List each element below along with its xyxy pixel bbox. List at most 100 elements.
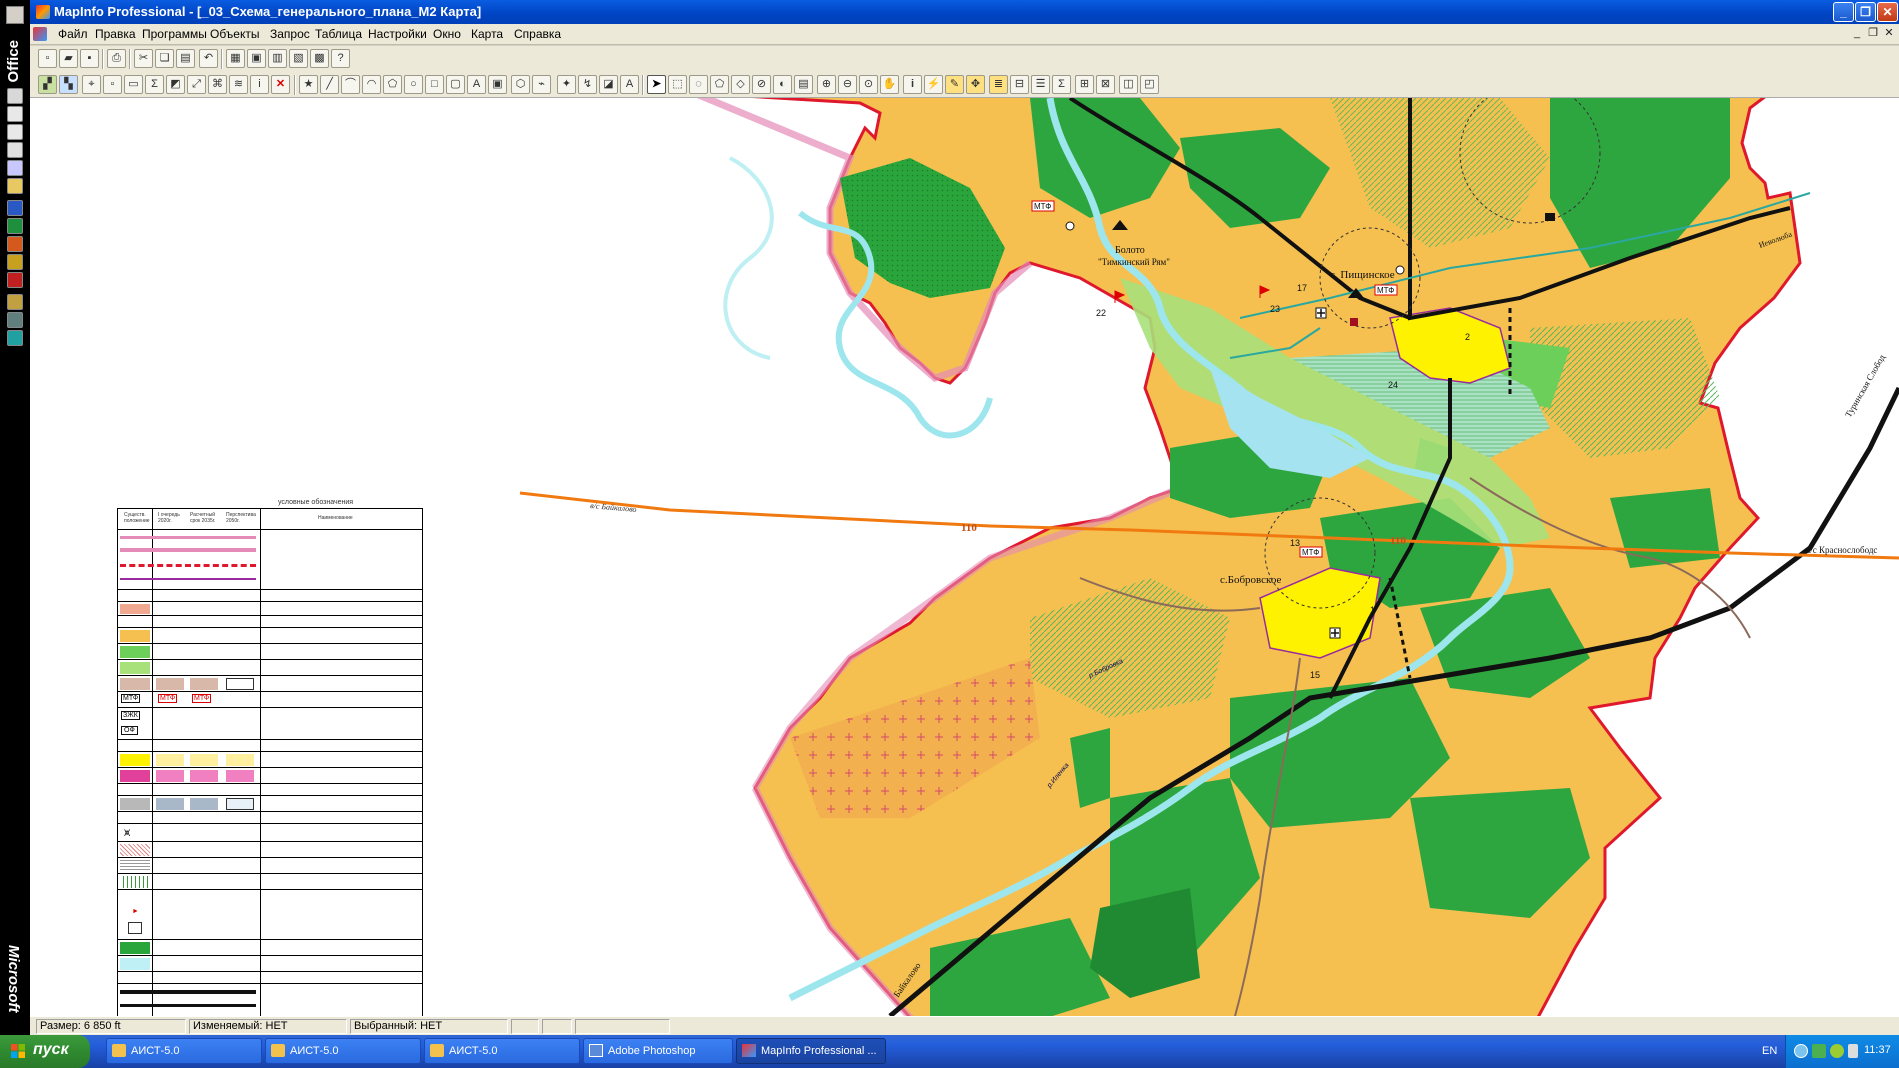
menu-map[interactable]: Карта — [471, 27, 503, 41]
map-window-icon[interactable] — [33, 27, 47, 41]
new-browser-icon[interactable]: ▦ — [226, 49, 245, 68]
select-arrow-icon[interactable]: ➤ — [647, 75, 666, 94]
line-tool-icon[interactable]: ╱ — [320, 75, 339, 94]
reshape-icon[interactable]: ⌖ — [82, 75, 101, 94]
mail-icon[interactable] — [7, 88, 23, 104]
minimize-button[interactable]: _ — [1833, 2, 1854, 22]
polygon-tool-icon[interactable]: ⬠ — [383, 75, 402, 94]
redistrict-icon[interactable]: ▩ — [310, 49, 329, 68]
add-node-icon[interactable]: ▫ — [103, 75, 122, 94]
undo-icon[interactable]: ↶ — [199, 49, 218, 68]
grabber-hand-icon[interactable]: ✋ — [880, 75, 899, 94]
layer-control-icon[interactable]: ▞ — [38, 75, 57, 94]
menu-file[interactable]: Файл — [58, 27, 88, 41]
map-window[interactable]: с. Пищинское с.Бобровское Болото "Тимкин… — [30, 98, 1899, 1016]
ellipse-tool-icon[interactable]: ○ — [404, 75, 423, 94]
trace-tool-icon[interactable]: ↯ — [578, 75, 597, 94]
excel-icon[interactable] — [7, 218, 23, 234]
mdi-restore-button[interactable]: ❐ — [1866, 26, 1880, 40]
overlay-nodes-icon[interactable]: ◰ — [1140, 75, 1159, 94]
mapinfo-app-icon[interactable] — [36, 5, 50, 19]
cut-icon[interactable]: ✂ — [134, 49, 153, 68]
rectangle-tool-icon[interactable]: □ — [425, 75, 444, 94]
checklist-icon[interactable] — [7, 124, 23, 140]
menu-query[interactable]: Запрос — [270, 27, 310, 41]
set-target-icon[interactable]: ⊞ — [1075, 75, 1094, 94]
ruler-icon[interactable]: ⊟ — [1010, 75, 1029, 94]
layers-icon[interactable]: ≋ — [229, 75, 248, 94]
clip-tool-icon[interactable]: ◫ — [1119, 75, 1138, 94]
symbol-tool-icon[interactable]: ★ — [299, 75, 318, 94]
print-icon[interactable]: ⎙ — [107, 49, 126, 68]
info-tool-icon[interactable]: i — [903, 75, 922, 94]
help-pointer-icon[interactable]: ? — [331, 49, 350, 68]
clip-region-icon[interactable]: ◩ — [166, 75, 185, 94]
access-icon[interactable] — [7, 254, 23, 270]
network-icon[interactable] — [1794, 1044, 1808, 1058]
statistics-tool-icon[interactable]: Σ — [145, 75, 164, 94]
unselect-all-icon[interactable]: ⊘ — [752, 75, 771, 94]
hotlink-icon[interactable]: ⚡ — [924, 75, 943, 94]
menu-help[interactable]: Справка — [514, 27, 561, 41]
new-grapher-icon[interactable]: ▥ — [268, 49, 287, 68]
graph-select-icon[interactable]: ▤ — [794, 75, 813, 94]
task-aist-1[interactable]: АИСТ-5.0 — [106, 1038, 262, 1064]
change-view-icon[interactable]: ⊙ — [859, 75, 878, 94]
office-folder-icon[interactable] — [6, 6, 24, 24]
menu-edit[interactable]: Правка — [95, 27, 136, 41]
drag-map-icon[interactable]: ✥ — [966, 75, 985, 94]
text-tool-icon[interactable]: A — [467, 75, 486, 94]
note-icon[interactable] — [7, 178, 23, 194]
boundary-select-icon[interactable]: ◇ — [731, 75, 750, 94]
speaker-icon[interactable] — [1848, 1044, 1858, 1058]
frame-tool-icon[interactable]: ▣ — [488, 75, 507, 94]
save-icon[interactable]: ▪ — [80, 49, 99, 68]
binder-icon[interactable] — [7, 294, 23, 310]
delete-icon[interactable]: ✕ — [271, 75, 290, 94]
paste-icon[interactable]: ▤ — [176, 49, 195, 68]
task-icon[interactable] — [7, 106, 23, 122]
statistics-icon[interactable]: Σ — [1052, 75, 1071, 94]
close-button[interactable]: ✕ — [1877, 2, 1898, 22]
arc-tool-icon[interactable]: ◠ — [362, 75, 381, 94]
word-icon[interactable] — [7, 200, 23, 216]
marquee-select-icon[interactable]: ⬚ — [668, 75, 687, 94]
restore-button[interactable]: ❐ — [1855, 2, 1876, 22]
open-icon[interactable]: ▰ — [59, 49, 78, 68]
contacts-icon[interactable] — [7, 142, 23, 158]
journal-icon[interactable] — [7, 160, 23, 176]
task-photoshop[interactable]: Adobe Photoshop — [583, 1038, 733, 1064]
polygon-select-icon[interactable]: ⬠ — [710, 75, 729, 94]
menu-programs[interactable]: Программы — [142, 27, 207, 41]
map-window-tool-icon[interactable]: ▚ — [59, 75, 78, 94]
invert-selection-icon[interactable]: ◐ — [773, 75, 792, 94]
zoom-in-icon[interactable]: ⊕ — [817, 75, 836, 94]
language-indicator[interactable]: EN — [1762, 1045, 1777, 1057]
update-icon[interactable] — [1830, 1044, 1844, 1058]
new-icon[interactable]: ▫ — [38, 49, 57, 68]
menu-window[interactable]: Окно — [433, 27, 461, 41]
text-style-icon[interactable]: A — [620, 75, 639, 94]
binoculars-icon[interactable]: ⌘ — [208, 75, 227, 94]
start-button[interactable]: пуск — [0, 1035, 90, 1068]
copy-icon[interactable]: ❏ — [155, 49, 174, 68]
new-layout-icon[interactable]: ▧ — [289, 49, 308, 68]
mdi-minimize-button[interactable]: _ — [1850, 26, 1864, 40]
task-aist-2[interactable]: АИСТ-5.0 — [265, 1038, 421, 1064]
reshape-tool-icon[interactable]: ⬡ — [511, 75, 530, 94]
title-bar[interactable]: MapInfo Professional - [_03_Схема_генера… — [30, 0, 1899, 24]
clock[interactable]: 11:37 — [1864, 1044, 1891, 1056]
task-aist-3[interactable]: АИСТ-5.0 — [424, 1038, 580, 1064]
antivirus-icon[interactable] — [1812, 1044, 1826, 1058]
menu-table[interactable]: Таблица — [315, 27, 362, 41]
show-legend-icon[interactable]: ☰ — [1031, 75, 1050, 94]
powerpoint-icon[interactable] — [7, 236, 23, 252]
menu-settings[interactable]: Настройки — [368, 27, 427, 41]
zoom-out-icon[interactable]: ⊖ — [838, 75, 857, 94]
new-mapper-icon[interactable]: ▣ — [247, 49, 266, 68]
split-icon[interactable]: ⊠ — [1096, 75, 1115, 94]
publisher-icon[interactable] — [7, 272, 23, 288]
region-style-icon[interactable]: ◪ — [599, 75, 618, 94]
info-tool-small-icon[interactable]: i — [250, 75, 269, 94]
legend-tool-icon[interactable]: ▭ — [124, 75, 143, 94]
